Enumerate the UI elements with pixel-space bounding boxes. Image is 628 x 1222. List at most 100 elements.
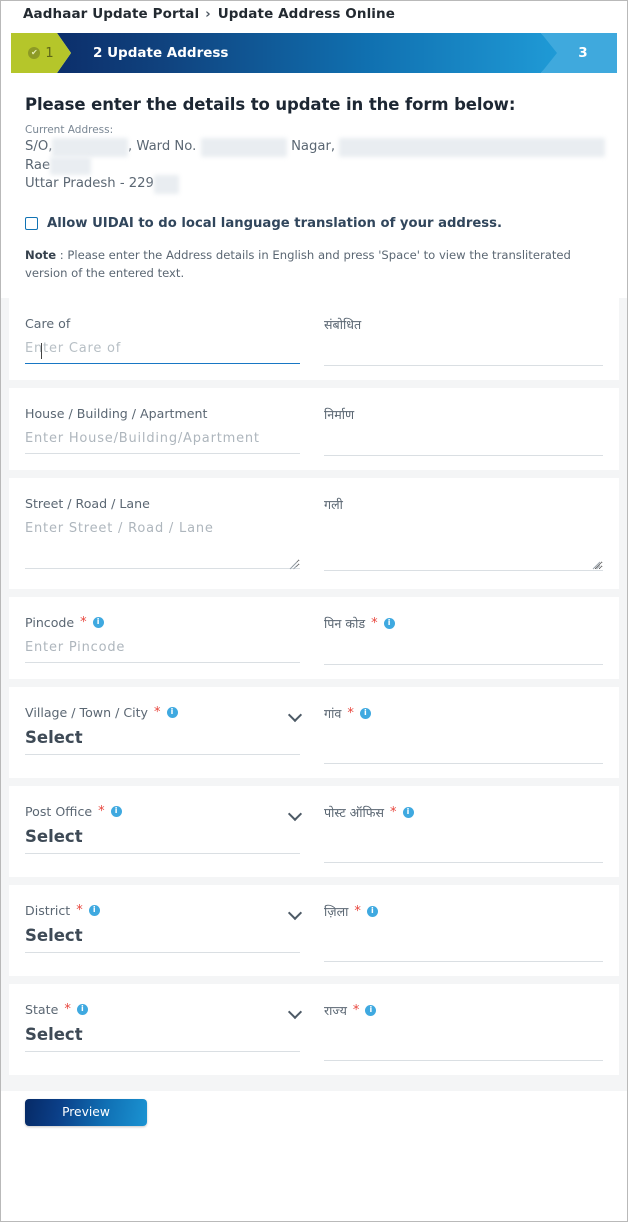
required-asterisk: *	[352, 1002, 360, 1018]
label-text: Village / Town / City	[25, 704, 149, 720]
info-icon[interactable]: i	[366, 905, 378, 917]
form-row-house: House / Building / Apartment निर्माण	[9, 387, 619, 470]
state-label: State * i	[25, 1002, 300, 1017]
info-icon[interactable]: i	[383, 617, 395, 629]
field-state-en: State * i Select	[25, 1002, 314, 1061]
state-input-hindi[interactable]	[324, 1033, 603, 1061]
street-textarea[interactable]	[25, 516, 300, 569]
allow-translation-checkbox[interactable]	[25, 217, 38, 231]
note-text: Note : Please enter the Address details …	[25, 247, 597, 282]
address-text: Rae	[25, 157, 51, 173]
step-1-number: 1	[45, 45, 54, 61]
breadcrumb-root[interactable]: Aadhaar Update Portal	[23, 6, 199, 22]
form-row-district: District * i Select ज़िला * i	[9, 884, 619, 976]
form-row-street: Street / Road / Lane गली	[9, 477, 619, 589]
info-icon[interactable]: i	[359, 707, 371, 719]
intro-section: Please enter the details to update in th…	[1, 73, 627, 298]
address-form: Care of संबोधित House / Building / Apart…	[1, 297, 627, 1091]
redacted-district: bareli,	[50, 156, 92, 176]
post-office-input-hindi[interactable]	[324, 835, 603, 863]
label-text: Care of	[25, 315, 71, 331]
allow-translation-label: Allow UIDAI to do local language transla…	[47, 216, 503, 232]
care-of-label-hindi: संबोधित	[324, 316, 603, 333]
step-3-number: 3	[578, 45, 588, 61]
field-care-of-hi: संबोधित	[314, 316, 603, 366]
text-caret	[41, 342, 42, 359]
info-icon[interactable]: i	[402, 806, 414, 818]
redacted-locality: Maharajganj, Maharajganj, Maharajganj,	[339, 138, 605, 157]
step-2-label: 2 Update Address	[93, 45, 229, 61]
post-office-label: Post Office * i	[25, 804, 300, 819]
field-street-hi: गली	[314, 496, 603, 575]
current-address-line-3: Uttar Pradesh - 229001	[25, 175, 603, 195]
label-text: संबोधित	[324, 316, 362, 332]
required-asterisk: *	[64, 1001, 71, 1017]
district-select[interactable]: Select	[25, 923, 300, 953]
pincode-input[interactable]	[25, 635, 300, 663]
step-2-current[interactable]: 2 Update Address	[57, 33, 557, 73]
village-input-hindi[interactable]	[324, 736, 603, 764]
village-label-hindi: गांव * i	[324, 705, 603, 722]
field-post-office-en: Post Office * i Select	[25, 804, 314, 863]
address-text: Uttar Pradesh - 229	[25, 176, 154, 192]
form-row-care-of: Care of संबोधित	[9, 297, 619, 380]
breadcrumb: Aadhaar Update Portal › Update Address O…	[1, 1, 627, 27]
current-address-line-1: S/O,Anil Ahmed, Ward No. 1, Falgumber Na…	[25, 138, 605, 157]
field-house-en: House / Building / Apartment	[25, 406, 314, 456]
label-text: निर्माण	[324, 406, 355, 422]
address-text: , Ward No.	[128, 139, 201, 154]
pincode-label-hindi: पिन कोड * i	[324, 615, 603, 632]
district-label-hindi: ज़िला * i	[324, 903, 603, 920]
info-icon[interactable]: i	[76, 1003, 88, 1015]
street-label: Street / Road / Lane	[25, 496, 300, 511]
district-label: District * i	[25, 903, 300, 918]
state-select[interactable]: Select	[25, 1022, 300, 1052]
info-icon[interactable]: i	[365, 1004, 377, 1016]
redacted-name: Anil Ahmed	[52, 138, 128, 157]
care-of-input[interactable]	[25, 336, 300, 364]
district-input-hindi[interactable]	[324, 934, 603, 962]
care-of-input-hindi[interactable]	[324, 338, 603, 366]
progress-stepper: ✔ 1 2 Update Address 3	[11, 33, 617, 73]
label-text: पोस्ट ऑफिस	[324, 804, 385, 820]
label-text: District	[25, 902, 71, 918]
required-asterisk: *	[354, 903, 361, 919]
village-select[interactable]: Select	[25, 725, 300, 755]
post-office-select[interactable]: Select	[25, 824, 300, 854]
label-text: Pincode	[25, 614, 75, 630]
house-input[interactable]	[25, 426, 300, 454]
care-of-label: Care of	[25, 316, 300, 331]
label-text: Post Office	[25, 803, 93, 819]
current-address-line-2: Raebareli,	[25, 156, 603, 176]
breadcrumb-separator-icon: ›	[205, 6, 211, 22]
required-asterisk: *	[390, 804, 397, 820]
info-icon[interactable]: i	[166, 706, 178, 718]
label-text: State	[25, 1001, 59, 1017]
house-label: House / Building / Apartment	[25, 406, 300, 421]
field-state-hi: राज्य * i	[314, 1002, 603, 1061]
required-asterisk: *	[80, 614, 87, 630]
field-pincode-en: Pincode * i	[25, 615, 314, 665]
field-post-office-hi: पोस्ट ऑफिस * i	[314, 804, 603, 863]
info-icon[interactable]: i	[110, 805, 122, 817]
label-text: गांव	[324, 705, 342, 721]
form-row-pincode: Pincode * i पिन कोड * i	[9, 596, 619, 679]
field-pincode-hi: पिन कोड * i	[314, 615, 603, 665]
note-body: : Please enter the Address details in En…	[25, 248, 571, 280]
pincode-input-hindi[interactable]	[324, 637, 603, 665]
info-icon[interactable]: i	[88, 904, 100, 916]
field-district-hi: ज़िला * i	[314, 903, 603, 962]
breadcrumb-current: Update Address Online	[217, 6, 395, 22]
label-text: राज्य	[324, 1002, 347, 1018]
redacted-ward: 1, Falgumber	[200, 138, 287, 157]
stepper-container: ✔ 1 2 Update Address 3	[1, 27, 627, 73]
check-icon: ✔	[28, 47, 40, 59]
preview-button[interactable]: Preview	[25, 1098, 147, 1126]
allow-translation-row[interactable]: Allow UIDAI to do local language transla…	[25, 216, 603, 231]
street-textarea-hindi[interactable]	[324, 518, 603, 571]
info-icon[interactable]: i	[92, 616, 104, 628]
house-input-hindi[interactable]	[324, 428, 603, 456]
field-village-en: Village / Town / City * i Select	[25, 705, 314, 764]
required-asterisk: *	[371, 615, 378, 631]
field-district-en: District * i Select	[25, 903, 314, 962]
